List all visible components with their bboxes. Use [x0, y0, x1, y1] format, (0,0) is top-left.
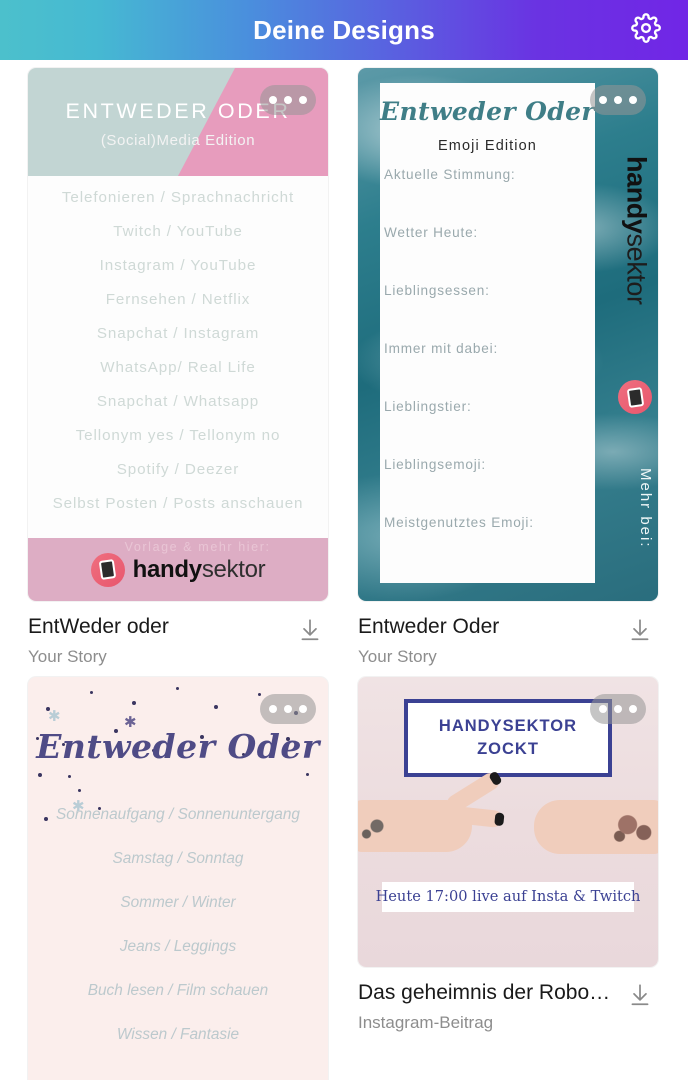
list-item: Snapchat / Whatsapp [96, 392, 260, 410]
design-title: Entweder Oder [358, 615, 500, 638]
download-button[interactable] [622, 615, 658, 649]
list-item: Wissen / Fantasie [116, 1025, 240, 1043]
field-label: Aktuelle Stimmung: [384, 167, 516, 182]
design-card[interactable]: ENTWEDER ODER (Social)Media Edition Tele… [28, 68, 328, 677]
design-thumbnail[interactable]: ENTWEDER ODER (Social)Media Edition Tele… [28, 68, 328, 601]
download-icon [627, 617, 653, 648]
card2-vertical-brand: handysektor [616, 156, 656, 486]
field-label: Immer mit dabei: [384, 341, 499, 356]
hands-illustration [358, 769, 658, 872]
list-item: Buch lesen / Film schauen [87, 981, 269, 999]
design-thumbnail[interactable]: HANDYSEKTOR ZOCKT Heute 17:00 live auf I… [358, 676, 658, 967]
handysektor-wordmark: handysektor [132, 555, 266, 583]
card2-side-note: Mehr bei: [637, 468, 654, 549]
list-item: Sonnenaufgang / Sonnenuntergang [56, 805, 300, 823]
handysektor-logo-icon [618, 380, 652, 414]
download-icon [297, 617, 323, 648]
card2-heading: Entweder Oder [380, 97, 596, 126]
card4-ribbon-text: Heute 17:00 live auf Insta & Twitch [375, 888, 641, 906]
list-item: Snapchat / Instagram [96, 324, 260, 342]
settings-button[interactable] [626, 10, 666, 50]
card-menu-button[interactable] [590, 85, 646, 115]
list-item: Twitch / YouTube [113, 222, 243, 240]
field-label: Lieblingstier: [384, 399, 472, 414]
brand-bold: handy [132, 555, 202, 583]
list-item: Spotify / Deezer [116, 460, 240, 478]
handysektor-logo-icon [90, 552, 125, 587]
list-item: Samstag / Sonntag [112, 849, 244, 867]
field-label: Wetter Heute: [384, 225, 479, 240]
card3-heading: Entweder Oder [36, 726, 320, 766]
card2-subheading: Emoji Edition [438, 138, 537, 154]
design-card[interactable]: Entweder Oder Emoji Edition Aktuelle Sti… [358, 68, 658, 677]
designs-grid[interactable]: ENTWEDER ODER (Social)Media Edition Tele… [0, 60, 688, 1080]
design-card[interactable]: ✱ ✱ ✱ Entweder Oder Sonnenaufgang / Sonn… [28, 676, 328, 1080]
card1-subheading: (Social)Media Edition [100, 131, 256, 149]
brand-bold: handy [621, 156, 652, 234]
card2-sheet: Entweder Oder Emoji Edition Aktuelle Sti… [380, 83, 595, 583]
list-item: Instagram / YouTube [99, 256, 257, 274]
card4-title-line2: ZOCKT [477, 739, 539, 758]
right-hand-tattoo [606, 803, 658, 850]
gear-icon [631, 12, 661, 48]
page-title: Deine Designs [253, 15, 435, 45]
card1-item-list: Telefonieren / Sprachnachricht Twitch / … [28, 180, 328, 520]
design-meta: Das geheimnis der Robo… Instagram-Beitra… [358, 967, 658, 1043]
design-meta: EntWeder oder Your Story [28, 601, 328, 677]
list-item: Jeans / Leggings [119, 937, 237, 955]
card1-footer-note: Vorlage & mehr hier: [124, 539, 271, 554]
design-card[interactable]: HANDYSEKTOR ZOCKT Heute 17:00 live auf I… [358, 676, 658, 1080]
design-title: Das geheimnis der Robo… [358, 980, 611, 1004]
field-label: Lieblingsemoji: [384, 457, 486, 472]
card-menu-button[interactable] [260, 693, 316, 724]
design-thumbnail[interactable]: Entweder Oder Emoji Edition Aktuelle Sti… [358, 68, 658, 601]
design-subtitle: Your Story [28, 647, 107, 667]
design-thumbnail[interactable]: ✱ ✱ ✱ Entweder Oder Sonnenaufgang / Sonn… [28, 676, 328, 1080]
download-button[interactable] [292, 615, 328, 649]
card4-title-box: HANDYSEKTOR ZOCKT [404, 698, 612, 777]
design-subtitle: Your Story [358, 647, 437, 667]
brand-light: sektor [621, 233, 652, 305]
card4-title-line1: HANDYSEKTOR [438, 716, 578, 735]
list-item: Fernsehen / Netflix [105, 290, 251, 308]
card-menu-button[interactable] [590, 693, 646, 724]
card1-heading: ENTWEDER ODER [65, 99, 291, 124]
brand-light: sektor [201, 555, 266, 583]
app-header: Deine Designs [0, 0, 688, 60]
design-title: EntWeder oder [28, 615, 169, 638]
list-item: Telefonieren / Sprachnachricht [61, 188, 295, 206]
list-item: WhatsApp/ Real Life [100, 358, 256, 376]
download-button[interactable] [622, 981, 658, 1015]
list-item: Selbst Posten / Posts anschauen [52, 494, 304, 512]
card-menu-button[interactable] [260, 85, 316, 115]
design-subtitle: Instagram-Beitrag [358, 1012, 494, 1032]
card2-field-list: Aktuelle Stimmung: Wetter Heute: Lieblin… [380, 168, 595, 574]
card3-item-list: Sonnenaufgang / Sonnenuntergang Samstag … [28, 793, 328, 1057]
handysektor-wordmark: handysektor [621, 156, 652, 305]
design-meta: Entweder Oder Your Story [358, 601, 658, 677]
card4-ribbon: Heute 17:00 live auf Insta & Twitch [376, 881, 640, 912]
field-label: Lieblingsessen: [384, 283, 490, 298]
card1-brand-footer: Vorlage & mehr hier: handysektor [28, 538, 328, 601]
left-hand-tattoo [358, 805, 398, 846]
download-icon [627, 982, 653, 1013]
field-label: Meistgenutztes Emoji: [384, 515, 534, 530]
list-item: Sommer / Winter [120, 893, 236, 911]
list-item: Tellonym yes / Tellonym no [75, 426, 281, 444]
